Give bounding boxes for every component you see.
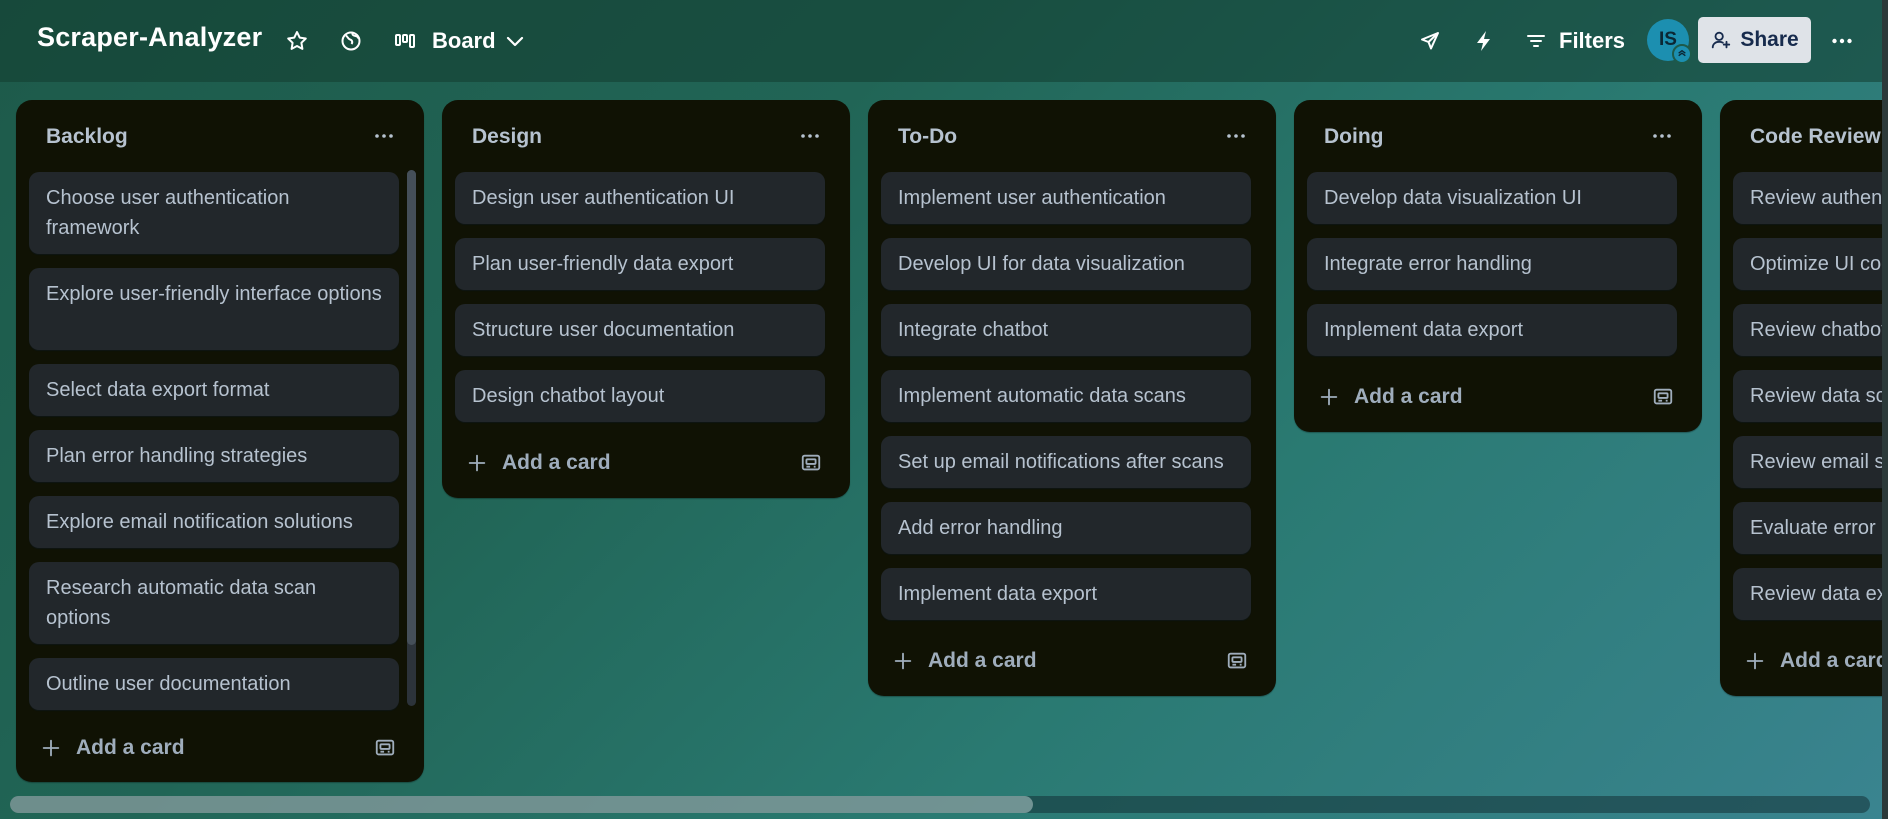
card[interactable]: Review chatbot [1733, 304, 1888, 356]
list-doing: Doing Develop data visualization UI Inte… [1294, 100, 1702, 432]
plus-icon [894, 652, 912, 670]
card[interactable]: Outline user documentation [29, 658, 399, 710]
card[interactable]: Develop UI for data visualization [881, 238, 1251, 290]
card[interactable]: Integrate chatbot [881, 304, 1251, 356]
card[interactable]: Select data export format [29, 364, 399, 416]
window-edge [1882, 0, 1888, 819]
add-card-button[interactable]: Add a card [892, 641, 1254, 681]
card-template-icon[interactable] [1652, 386, 1674, 408]
share-label: Share [1740, 28, 1799, 51]
card[interactable]: Plan user-friendly data export [455, 238, 825, 290]
board-title[interactable]: Scraper-Analyzer [37, 22, 262, 53]
more-options-icon[interactable] [1646, 122, 1678, 150]
card[interactable]: Integrate error handling [1307, 238, 1677, 290]
plus-icon [1320, 388, 1338, 406]
more-options-icon[interactable] [368, 122, 400, 150]
list-title[interactable]: Design [472, 125, 542, 149]
list-header[interactable]: To-Do [868, 100, 1276, 172]
add-card-label: Add a card [928, 649, 1037, 672]
view-switcher-label[interactable]: Board [432, 28, 496, 54]
add-card-button[interactable]: Add a card [466, 443, 828, 483]
card[interactable]: Design chatbot layout [455, 370, 825, 422]
plus-icon [468, 454, 486, 472]
card[interactable]: Review email setup [1733, 436, 1888, 488]
list-design: Design Design user authentication UI Pla… [442, 100, 850, 498]
avatar[interactable]: IS [1647, 19, 1692, 64]
list-code-review: Code Review Review authentication Optimi… [1720, 100, 1888, 696]
board-horizontal-scrollbar[interactable] [10, 796, 1870, 813]
card[interactable]: Explore email notification solutions [29, 496, 399, 548]
more-options-icon[interactable] [1220, 122, 1252, 150]
add-card-label: Add a card [1354, 385, 1463, 408]
admin-badge-icon [1672, 44, 1692, 64]
card-template-icon[interactable] [800, 452, 822, 474]
add-card-label: Add a card [1780, 649, 1888, 672]
card-template-icon[interactable] [1226, 650, 1248, 672]
card[interactable]: Explore user-friendly interface options [29, 268, 399, 350]
more-options-icon[interactable] [794, 122, 826, 150]
more-options-icon[interactable] [1827, 26, 1857, 56]
share-button[interactable]: Share [1698, 17, 1811, 63]
list-header[interactable]: Doing [1294, 100, 1702, 172]
filters-button[interactable]: Filters [1559, 28, 1625, 54]
list-title[interactable]: Doing [1324, 125, 1383, 149]
board-header: Scraper-Analyzer Board Filters IS Share [0, 0, 1888, 82]
list-title[interactable]: To-Do [898, 125, 957, 149]
add-card-button[interactable]: Add a card [40, 728, 402, 768]
card[interactable]: Set up email notifications after scans [881, 436, 1251, 488]
list-title[interactable]: Code Review [1750, 125, 1881, 149]
card[interactable]: Choose user authentication framework [29, 172, 399, 254]
list-title[interactable]: Backlog [46, 125, 128, 149]
card[interactable]: Design user authentication UI [455, 172, 825, 224]
add-card-button[interactable]: Add a card [1318, 377, 1680, 417]
card[interactable]: Research automatic data scan options [29, 562, 399, 644]
card[interactable]: Add error handling [881, 502, 1251, 554]
list-header[interactable]: Code Review [1720, 100, 1888, 172]
card[interactable]: Review authentication [1733, 172, 1888, 224]
globe-icon[interactable] [336, 26, 366, 56]
star-icon[interactable] [282, 26, 312, 56]
automation-icon[interactable] [1469, 26, 1499, 56]
scrollbar-thumb[interactable] [407, 170, 416, 645]
add-card-label: Add a card [502, 451, 611, 474]
list-scrollbar[interactable] [407, 170, 416, 706]
scrollbar-thumb[interactable] [10, 796, 1033, 813]
list-to-do: To-Do Implement user authentication Deve… [868, 100, 1276, 696]
filter-icon[interactable] [1521, 26, 1551, 56]
card[interactable]: Review data scans [1733, 370, 1888, 422]
card[interactable]: Evaluate error handling [1733, 502, 1888, 554]
card[interactable]: Implement automatic data scans [881, 370, 1251, 422]
plus-icon [42, 739, 60, 757]
list-backlog: Backlog Choose user authentication frame… [16, 100, 424, 782]
add-card-label: Add a card [76, 736, 185, 759]
list-header[interactable]: Backlog [16, 100, 424, 172]
card[interactable]: Implement data export [1307, 304, 1677, 356]
card[interactable]: Develop data visualization UI [1307, 172, 1677, 224]
power-ups-icon[interactable] [1415, 26, 1445, 56]
card[interactable]: Implement data export [881, 568, 1251, 620]
plus-icon [1746, 652, 1764, 670]
card-template-icon[interactable] [374, 737, 396, 759]
add-card-button[interactable]: Add a card [1744, 641, 1888, 681]
add-person-icon [1712, 31, 1731, 49]
card[interactable]: Optimize UI code [1733, 238, 1888, 290]
list-header[interactable]: Design [442, 100, 850, 172]
card[interactable]: Implement user authentication [881, 172, 1251, 224]
card[interactable]: Plan error handling strategies [29, 430, 399, 482]
board-view-icon[interactable] [390, 26, 420, 56]
chevron-down-icon[interactable] [500, 26, 530, 56]
card[interactable]: Review data export [1733, 568, 1888, 620]
card[interactable]: Structure user documentation [455, 304, 825, 356]
